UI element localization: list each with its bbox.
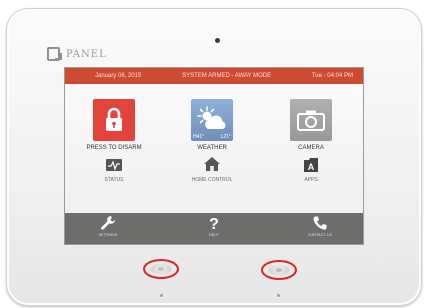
touch-screen: January 06, 2015 SYSTEM ARMED - AWAY MOD…: [64, 67, 364, 245]
help-button[interactable]: ? HELP: [184, 215, 244, 237]
status-label: STATUS: [104, 177, 124, 183]
bottom-navigation-bar: SETTINGS ? HELP CONTACT US: [65, 213, 363, 244]
sun-cloud-icon: [197, 106, 226, 129]
padlock-icon: [106, 107, 122, 131]
settings-button[interactable]: SETTINGS: [78, 215, 138, 237]
apps-label: APPS: [304, 177, 318, 183]
phone-icon: [313, 216, 327, 230]
iq-panel-logo: PANEL: [47, 45, 107, 63]
question-icon: ?: [209, 216, 219, 231]
home-control-item[interactable]: [202, 155, 222, 173]
home-icon: [204, 157, 220, 171]
weather-tile[interactable]: H41° L21°: [191, 99, 233, 141]
camera-tile[interactable]: [290, 99, 332, 141]
svg-text:?: ?: [209, 216, 219, 231]
apps-item[interactable]: A: [301, 156, 321, 174]
status-system-armed[interactable]: SYSTEM ARMED - AWAY MODE: [182, 73, 271, 79]
help-label: HELP: [209, 233, 219, 237]
home-control-label: HOME CONTROL: [191, 177, 233, 183]
camera-icon: [297, 110, 325, 131]
weather-high: H41°: [193, 134, 205, 140]
left-indicator-led: [160, 294, 163, 297]
disarm-label: PRESS TO DISARM: [86, 145, 142, 151]
camera-label: CAMERA: [298, 145, 324, 151]
status-date: January 06, 2015: [95, 73, 142, 79]
status-bar: January 06, 2015 SYSTEM ARMED - AWAY MOD…: [65, 68, 363, 84]
logo-text: PANEL: [66, 48, 107, 60]
settings-label: SETTINGS: [98, 233, 118, 237]
apps-icon: A: [304, 158, 318, 172]
status-item[interactable]: [104, 156, 124, 174]
iq-logo-mark: [47, 47, 62, 61]
disarm-tile[interactable]: [93, 99, 135, 141]
right-indicator-led: [277, 294, 280, 297]
left-button-highlight-ring: [143, 259, 179, 279]
front-camera-dot: [215, 38, 220, 43]
right-button-highlight-ring: [261, 260, 297, 280]
status-time: Tue - 04:04 PM: [311, 73, 353, 79]
home-tiles: PRESS TO DISARM H41° L21° WEATHER CAMERA…: [65, 84, 363, 230]
svg-text:A: A: [308, 162, 315, 172]
weather-low: L21°: [220, 134, 231, 140]
status-icon: [106, 159, 122, 171]
contact-us-button[interactable]: CONTACT US: [290, 215, 350, 237]
contact-us-label: CONTACT US: [307, 233, 333, 237]
weather-label: WEATHER: [197, 145, 227, 151]
wrench-icon: [101, 216, 115, 230]
